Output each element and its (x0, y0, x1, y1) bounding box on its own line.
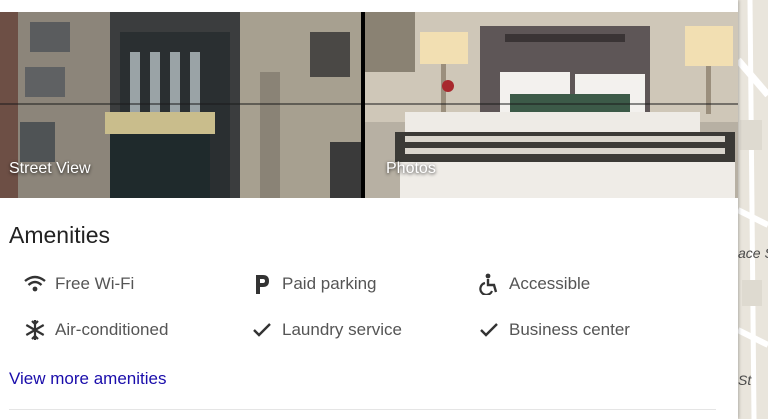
photo-strip: Street View Photos (0, 12, 738, 198)
amenity-label: Paid parking (282, 274, 377, 293)
amenity-label: Air-conditioned (55, 320, 169, 339)
amenity-label: Free Wi-Fi (55, 274, 135, 293)
street-view-label: Street View (9, 160, 91, 177)
parking-icon (250, 272, 274, 296)
checkmark-icon (477, 318, 501, 342)
map-roads (738, 0, 768, 419)
amenities-title: Amenities (9, 222, 110, 248)
amenity-wifi: Free Wi-Fi (23, 272, 134, 296)
photos-tile[interactable]: Photos (365, 12, 738, 198)
amenity-accessible: Accessible (477, 272, 590, 296)
checkmark-icon (250, 318, 274, 342)
wifi-icon (23, 272, 47, 296)
street-view-tile[interactable]: Street View (0, 12, 361, 198)
photos-label: Photos (386, 160, 436, 177)
hotel-info-panel: Street View Photos Amenities Free Wi-Fi … (0, 0, 738, 419)
amenity-label: Accessible (509, 274, 591, 293)
amenity-air-conditioned: Air-conditioned (23, 318, 168, 342)
accessible-icon (477, 272, 501, 296)
amenity-label: Business center (509, 320, 630, 339)
amenity-laundry: Laundry service (250, 318, 402, 342)
map-preview[interactable]: ace S St (738, 0, 768, 419)
amenity-parking: Paid parking (250, 272, 377, 296)
snowflake-icon (23, 318, 47, 342)
divider (9, 409, 716, 410)
amenity-label: Laundry service (282, 320, 403, 339)
view-more-amenities-link[interactable]: View more amenities (9, 369, 166, 389)
map-street-label: St (738, 372, 752, 388)
map-street-label: ace S (738, 245, 768, 261)
amenity-business-center: Business center (477, 318, 630, 342)
